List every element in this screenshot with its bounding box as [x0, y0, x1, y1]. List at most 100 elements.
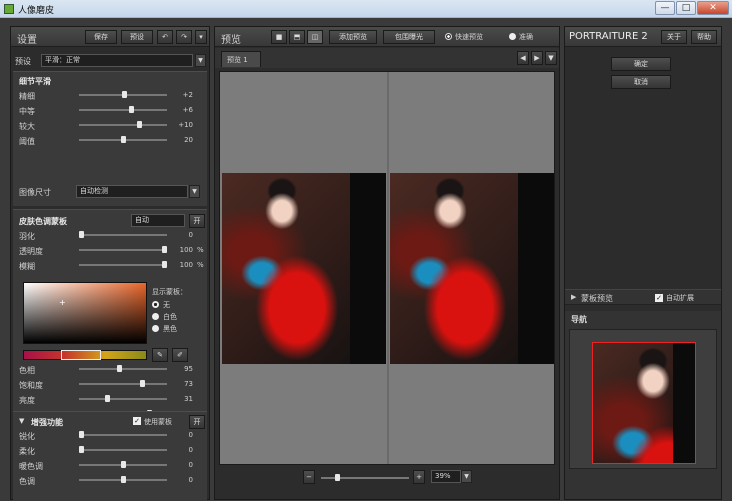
skin-mask-mode-select[interactable]: 自动	[131, 214, 185, 227]
detail-smoothing-title: 细节平滑	[19, 77, 51, 86]
settings-title: 设置	[17, 35, 37, 46]
slider-track[interactable]	[79, 368, 167, 370]
split-horizontal-button[interactable]: ⬒	[289, 30, 305, 44]
enhance-on-button[interactable]: 开	[189, 415, 205, 429]
slider-thumb[interactable]	[120, 476, 126, 483]
slider-thumb[interactable]	[120, 136, 126, 143]
navigator-thumbnail	[592, 342, 696, 464]
color-picker[interactable]	[23, 282, 147, 344]
slider-label: 阈值	[19, 137, 35, 146]
mask-option-radio[interactable]	[152, 301, 159, 308]
slider-thumb[interactable]	[162, 261, 167, 268]
mask-option-radio[interactable]	[152, 325, 159, 332]
slider-thumb[interactable]	[79, 231, 84, 238]
zoom-dropdown-arrow[interactable]: ▼	[461, 470, 472, 483]
original-photo	[222, 173, 386, 364]
slider-track[interactable]	[79, 264, 167, 266]
zoom-slider-thumb[interactable]	[335, 474, 340, 481]
slider-thumb[interactable]	[79, 446, 84, 453]
preview-divider[interactable]	[387, 72, 389, 464]
add-preview-button[interactable]: 添加预览	[329, 30, 377, 44]
collapse-arrow-icon[interactable]: ▼	[19, 417, 24, 425]
help-button[interactable]: 帮助	[691, 30, 717, 44]
slider-track[interactable]	[79, 449, 167, 451]
slider-thumb[interactable]	[79, 431, 84, 438]
split-vertical-button[interactable]: ◫	[307, 30, 323, 44]
slider-label: 羽化	[19, 232, 35, 241]
hue-range-box[interactable]	[61, 350, 101, 360]
mask-preview-bar[interactable]: ▶ 蒙板预览 ✓ 自动扩展	[565, 289, 721, 305]
image-size-dropdown-arrow[interactable]: ▼	[189, 185, 200, 198]
close-button[interactable]: ✕	[697, 1, 729, 15]
tab-prev-button[interactable]: ◀	[517, 51, 529, 65]
minimize-button[interactable]: —	[655, 1, 675, 15]
title-bar: 人像磨皮 — □ ✕	[0, 0, 732, 18]
slider-track[interactable]	[79, 124, 167, 126]
slider-track[interactable]	[79, 383, 167, 385]
slider-value: 0	[188, 461, 193, 469]
auto-expand-checkbox[interactable]: ✓	[655, 294, 663, 302]
preview-header: 预览 ■ ⬒ ◫ 添加预览 包围曝光 快速预览 准确	[215, 27, 559, 47]
mask-option-label: 黑色	[163, 325, 177, 333]
ok-button[interactable]: 确定	[611, 57, 671, 71]
preset-dropdown-arrow[interactable]: ▼	[195, 54, 206, 67]
slider-thumb[interactable]	[162, 246, 167, 253]
slider-thumb[interactable]	[139, 380, 145, 387]
tab-preview-1[interactable]: 预览 1	[221, 51, 261, 67]
enhance-section: ▼ 增强功能 ✓ 使用蒙板 开 锐化 0 柔化 0 暖色调 0 色调 0	[13, 411, 207, 501]
slider-thumb[interactable]	[128, 106, 134, 113]
single-view-icon: ■	[275, 33, 283, 41]
clip-exposure-button[interactable]: 包围曝光	[383, 30, 435, 44]
mask-option-radio[interactable]	[152, 313, 159, 320]
tab-menu-button[interactable]: ▼	[545, 51, 557, 65]
slider-thumb[interactable]	[137, 121, 143, 128]
eyedropper-plus-button[interactable]: ✐	[172, 348, 188, 362]
zoom-level-select[interactable]: 39%	[431, 470, 461, 483]
zoom-out-button[interactable]: −	[303, 470, 315, 484]
slider-label: 亮度	[19, 396, 35, 405]
preset-select[interactable]: 平滑：正常	[41, 54, 193, 67]
skin-mask-on-button[interactable]: 开	[189, 214, 205, 228]
navigator-view[interactable]	[569, 329, 717, 469]
skin-mask-section: 皮肤色调蒙板 自动 开 羽化 0 透明度 100% 模糊 100% + 显示蒙板： 无白色…	[13, 209, 207, 431]
settings-menu-button[interactable]: ▾	[195, 30, 207, 44]
slider-track[interactable]	[79, 249, 167, 251]
undo-icon: ↶	[162, 33, 168, 41]
mask-option-label: 白色	[163, 313, 177, 321]
eyedropper-button[interactable]: ✎	[152, 348, 168, 362]
redo-button[interactable]: ↷	[176, 30, 192, 44]
slider-label: 色调	[19, 477, 35, 486]
about-button[interactable]: 关于	[661, 30, 687, 44]
slider-label: 色相	[19, 366, 35, 375]
slider-track[interactable]	[79, 109, 167, 111]
slider-track[interactable]	[79, 434, 167, 436]
preset-button[interactable]: 预设	[121, 30, 153, 44]
slider-thumb[interactable]	[117, 365, 123, 372]
image-size-select[interactable]: 自动检测	[76, 185, 188, 198]
accurate-radio[interactable]	[509, 33, 516, 40]
slider-label: 精细	[19, 92, 35, 101]
save-button[interactable]: 保存	[85, 30, 117, 44]
use-mask-checkbox[interactable]: ✓	[133, 417, 141, 425]
slider-thumb[interactable]	[104, 395, 110, 402]
tab-next-button[interactable]: ▶	[531, 51, 543, 65]
enhance-title: 增强功能	[31, 418, 63, 427]
fast-preview-radio[interactable]	[445, 33, 452, 40]
preset-field-label: 预设	[15, 57, 31, 66]
undo-button[interactable]: ↶	[157, 30, 173, 44]
mask-option-label: 无	[163, 301, 170, 309]
zoom-in-button[interactable]: +	[413, 470, 425, 484]
app-icon	[4, 4, 14, 14]
chevron-down-icon: ▼	[548, 54, 554, 62]
cancel-button[interactable]: 取消	[611, 75, 671, 89]
single-view-button[interactable]: ■	[271, 30, 287, 44]
slider-thumb[interactable]	[120, 461, 126, 468]
maximize-button[interactable]: □	[676, 1, 696, 15]
slider-label: 较大	[19, 122, 35, 131]
slider-track[interactable]	[79, 398, 167, 400]
slider-thumb[interactable]	[122, 91, 128, 98]
color-picker-marker: +	[59, 298, 66, 307]
preview-canvas[interactable]	[219, 71, 555, 465]
slider-track[interactable]	[79, 234, 167, 236]
tab-preview-1-label: 预览 1	[227, 56, 248, 64]
